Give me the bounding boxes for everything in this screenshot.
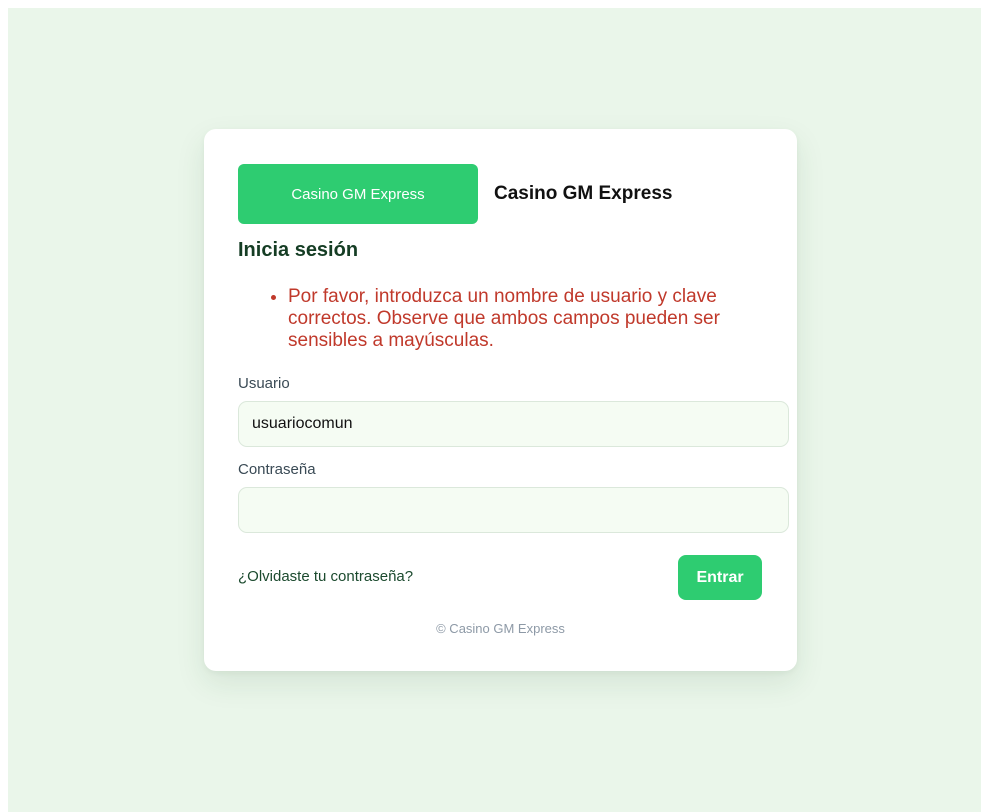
username-field[interactable] (238, 401, 789, 447)
login-card: Casino GM Express Casino GM Express Inic… (204, 129, 797, 671)
brand-header: Casino GM Express Casino GM Express (238, 164, 672, 224)
username-label: Usuario (238, 375, 290, 392)
login-title: Inicia sesión (238, 239, 359, 261)
footer-copyright: © Casino GM Express (436, 621, 565, 636)
password-field[interactable] (238, 487, 789, 533)
page-background: Casino GM Express Casino GM Express Inic… (8, 8, 981, 812)
brand-logo: Casino GM Express (238, 164, 478, 224)
login-button[interactable]: Entrar (678, 555, 762, 600)
password-label: Contraseña (238, 461, 316, 478)
forgot-password-link[interactable]: ¿Olvidaste tu contraseña? (238, 568, 413, 585)
brand-name: Casino GM Express (494, 183, 673, 204)
error-list: Por favor, introduzca un nombre de usuar… (238, 286, 768, 352)
error-message: Por favor, introduzca un nombre de usuar… (288, 286, 768, 352)
